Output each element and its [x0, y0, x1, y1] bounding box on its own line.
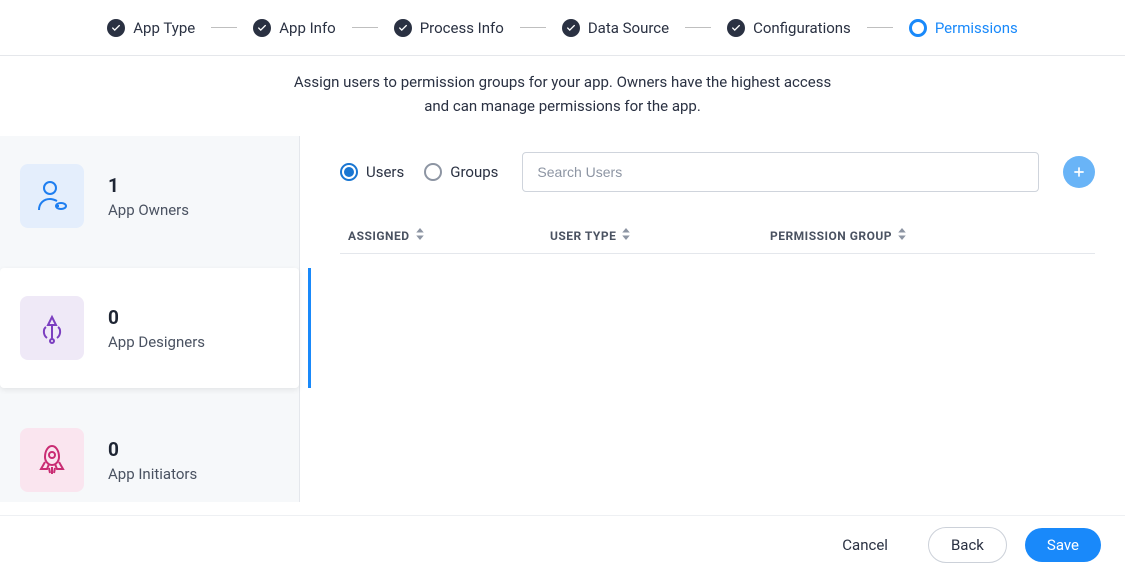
- owner-icon: [20, 164, 84, 228]
- column-permission-group[interactable]: PERMISSION GROUP: [770, 228, 1095, 243]
- check-icon: [253, 19, 271, 37]
- search-box: [522, 152, 1039, 192]
- save-button[interactable]: Save: [1025, 528, 1101, 562]
- step-configurations[interactable]: Configurations: [727, 19, 851, 37]
- add-button[interactable]: [1063, 156, 1095, 188]
- radio-users[interactable]: Users: [340, 163, 404, 181]
- sort-icon: [898, 228, 906, 243]
- step-app-type[interactable]: App Type: [107, 19, 195, 37]
- column-label: ASSIGNED: [348, 229, 410, 243]
- designer-icon: [20, 296, 84, 360]
- card-count: 0: [108, 306, 205, 329]
- table-header: ASSIGNED USER TYPE PERMISSION GROUP: [340, 228, 1095, 254]
- page-description: Assign users to permission groups for yo…: [0, 56, 1125, 136]
- card-app-designers[interactable]: 0 App Designers: [0, 268, 299, 388]
- step-label: Configurations: [753, 19, 851, 37]
- plus-icon: [1071, 164, 1087, 180]
- card-label: App Designers: [108, 333, 205, 351]
- radio-label: Users: [366, 163, 404, 181]
- step-connector: [352, 27, 378, 28]
- card-app-initiators[interactable]: 0 App Initiators: [0, 400, 299, 520]
- check-icon: [394, 19, 412, 37]
- footer: Cancel Back Save: [0, 515, 1125, 573]
- description-line-1: Assign users to permission groups for yo…: [0, 70, 1125, 94]
- sort-icon: [416, 228, 424, 243]
- radio-group: Users Groups: [340, 163, 498, 181]
- check-icon: [107, 19, 125, 37]
- stepper: App Type App Info Process Info Data Sour…: [0, 0, 1125, 56]
- radio-icon: [424, 163, 442, 181]
- step-label: App Info: [279, 19, 335, 37]
- circle-icon: [909, 19, 927, 37]
- step-connector: [520, 27, 546, 28]
- card-label: App Owners: [108, 201, 189, 219]
- radio-label: Groups: [450, 163, 498, 181]
- search-input[interactable]: [522, 152, 1039, 192]
- step-label: App Type: [133, 19, 195, 37]
- card-app-owners[interactable]: 1 App Owners: [0, 136, 299, 256]
- step-label: Process Info: [420, 19, 504, 37]
- radio-groups[interactable]: Groups: [424, 163, 498, 181]
- card-count: 0: [108, 438, 197, 461]
- column-label: PERMISSION GROUP: [770, 229, 892, 243]
- step-app-info[interactable]: App Info: [253, 19, 335, 37]
- step-data-source[interactable]: Data Source: [562, 19, 669, 37]
- sort-icon: [622, 228, 630, 243]
- step-connector: [867, 27, 893, 28]
- description-line-2: and can manage permissions for the app.: [0, 94, 1125, 118]
- cancel-button[interactable]: Cancel: [820, 528, 910, 562]
- content: 1 App Owners 0 App Designers: [0, 136, 1125, 502]
- step-label: Data Source: [588, 19, 669, 37]
- step-permissions[interactable]: Permissions: [909, 19, 1018, 37]
- column-label: USER TYPE: [550, 229, 616, 243]
- step-process-info[interactable]: Process Info: [394, 19, 504, 37]
- toolbar: Users Groups: [340, 152, 1095, 192]
- column-user-type[interactable]: USER TYPE: [550, 228, 770, 243]
- main-panel: Users Groups ASSIGNED: [300, 136, 1125, 502]
- column-assigned[interactable]: ASSIGNED: [340, 228, 550, 243]
- radio-icon: [340, 163, 358, 181]
- back-button[interactable]: Back: [928, 527, 1007, 563]
- card-label: App Initiators: [108, 465, 197, 483]
- sidebar: 1 App Owners 0 App Designers: [0, 136, 300, 502]
- step-connector: [685, 27, 711, 28]
- card-count: 1: [108, 174, 189, 197]
- initiator-icon: [20, 428, 84, 492]
- check-icon: [727, 19, 745, 37]
- step-label: Permissions: [935, 19, 1018, 37]
- check-icon: [562, 19, 580, 37]
- step-connector: [211, 27, 237, 28]
